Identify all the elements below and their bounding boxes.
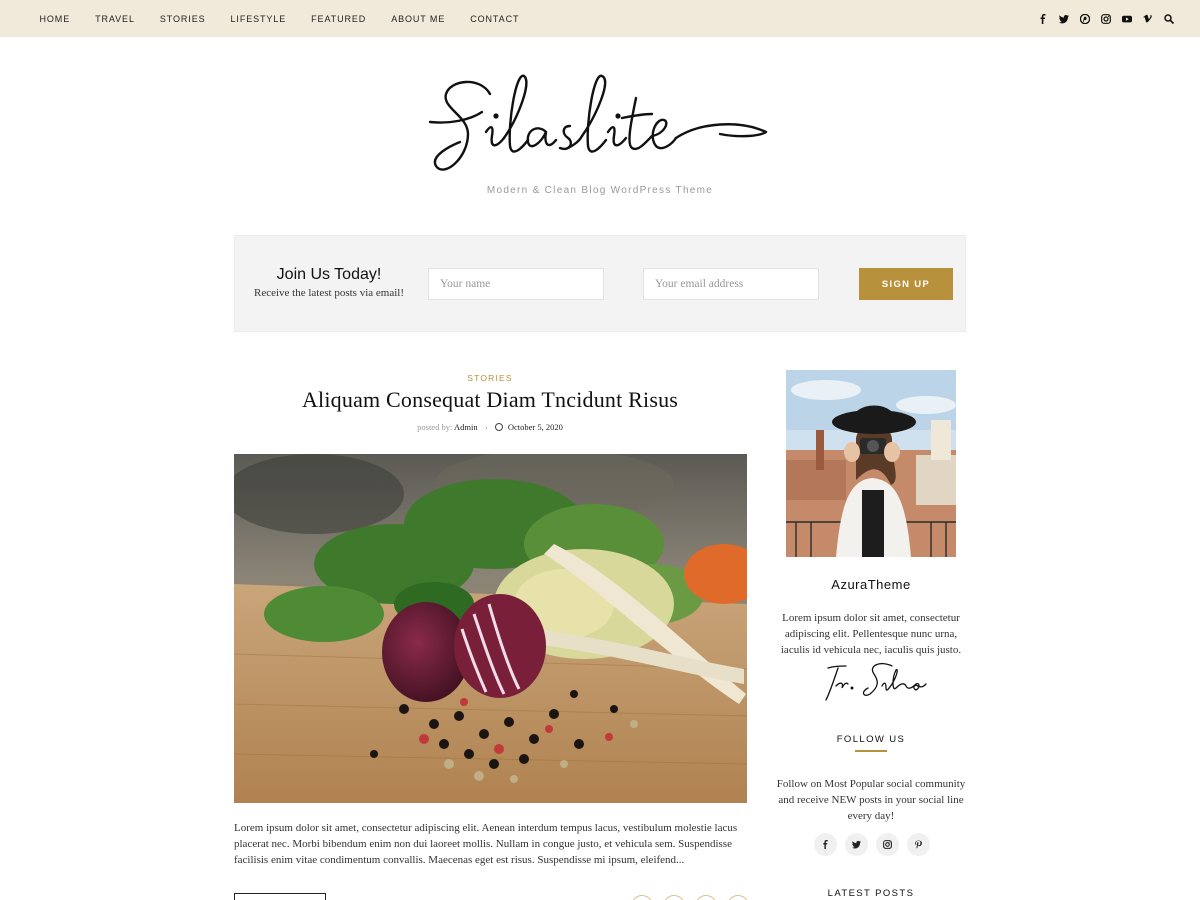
subscribe-box: Join Us Today! Receive the latest posts …: [234, 235, 966, 332]
header-social-icons: [1037, 0, 1174, 37]
share-facebook-icon[interactable]: [631, 895, 653, 900]
subscribe-text: Receive the latest posts via email!: [254, 287, 404, 299]
about-author-name: AzuraTheme: [831, 577, 911, 592]
nav-home[interactable]: HOME: [40, 14, 71, 24]
youtube-icon[interactable]: [1121, 13, 1132, 24]
instagram-icon[interactable]: [876, 833, 899, 856]
site-logo[interactable]: [420, 62, 780, 187]
search-icon[interactable]: [1163, 13, 1174, 24]
main-navigation: HOME TRAVEL STORIES LIFESTYLE FEATURED A…: [27, 0, 532, 37]
pinterest-icon[interactable]: [907, 833, 930, 856]
clock-icon: [494, 423, 503, 431]
pinterest-icon[interactable]: [1079, 13, 1090, 24]
twitter-icon[interactable]: [1058, 13, 1069, 24]
posted-by-label: posted by:: [417, 422, 453, 432]
twitter-icon[interactable]: [845, 833, 868, 856]
follow-us-text: Follow on Most Popular social community …: [776, 778, 966, 822]
share-twitter-icon[interactable]: [663, 895, 685, 900]
post-title[interactable]: Aliquam Consequat Diam Tncidunt Risus: [234, 387, 746, 413]
read-more-button[interactable]: [234, 893, 326, 900]
nav-lifestyle[interactable]: LIFESTYLE: [231, 14, 287, 24]
name-input[interactable]: Your name: [428, 268, 604, 300]
post-share-icons: [631, 895, 749, 900]
nav-stories[interactable]: STORIES: [160, 14, 206, 24]
subscribe-title: Join Us Today!: [276, 266, 382, 283]
meta-separator: ›: [484, 422, 488, 432]
post-meta: posted by: Admin › October 5, 2020: [234, 422, 746, 432]
sign-up-button[interactable]: SIGN UP: [859, 268, 953, 300]
post-category[interactable]: STORIES: [234, 373, 746, 383]
nav-featured[interactable]: FEATURED: [311, 14, 366, 24]
latest-posts-title: LATEST POSTS: [827, 888, 915, 899]
instagram-icon[interactable]: [1100, 13, 1111, 24]
follow-us-title: FOLLOW US: [836, 734, 906, 745]
top-bar: HOME TRAVEL STORIES LIFESTYLE FEATURED A…: [0, 0, 1200, 37]
facebook-icon[interactable]: [1037, 13, 1048, 24]
nav-travel[interactable]: TRAVEL: [95, 14, 135, 24]
about-text: Lorem ipsum dolor sit amet, consectetur …: [780, 612, 962, 656]
email-input[interactable]: Your email address: [643, 268, 819, 300]
share-pinterest-icon[interactable]: [695, 895, 717, 900]
post-date[interactable]: October 5, 2020: [508, 422, 563, 432]
share-linkedin-icon[interactable]: [727, 895, 749, 900]
nav-about-me[interactable]: ABOUT ME: [391, 14, 445, 24]
follow-us-icons: [814, 833, 930, 856]
site-tagline: Modern & Clean Blog WordPress Theme: [486, 185, 714, 196]
nav-contact[interactable]: CONTACT: [470, 14, 519, 24]
follow-us-divider: [855, 750, 887, 752]
facebook-icon[interactable]: [814, 833, 837, 856]
about-photo: [786, 370, 956, 557]
post-featured-image[interactable]: [234, 454, 747, 803]
vimeo-icon[interactable]: [1142, 13, 1153, 24]
author-signature: [820, 658, 930, 704]
post-author[interactable]: Admin: [454, 422, 478, 432]
post-excerpt: Lorem ipsum dolor sit amet, consectetur …: [234, 822, 738, 866]
